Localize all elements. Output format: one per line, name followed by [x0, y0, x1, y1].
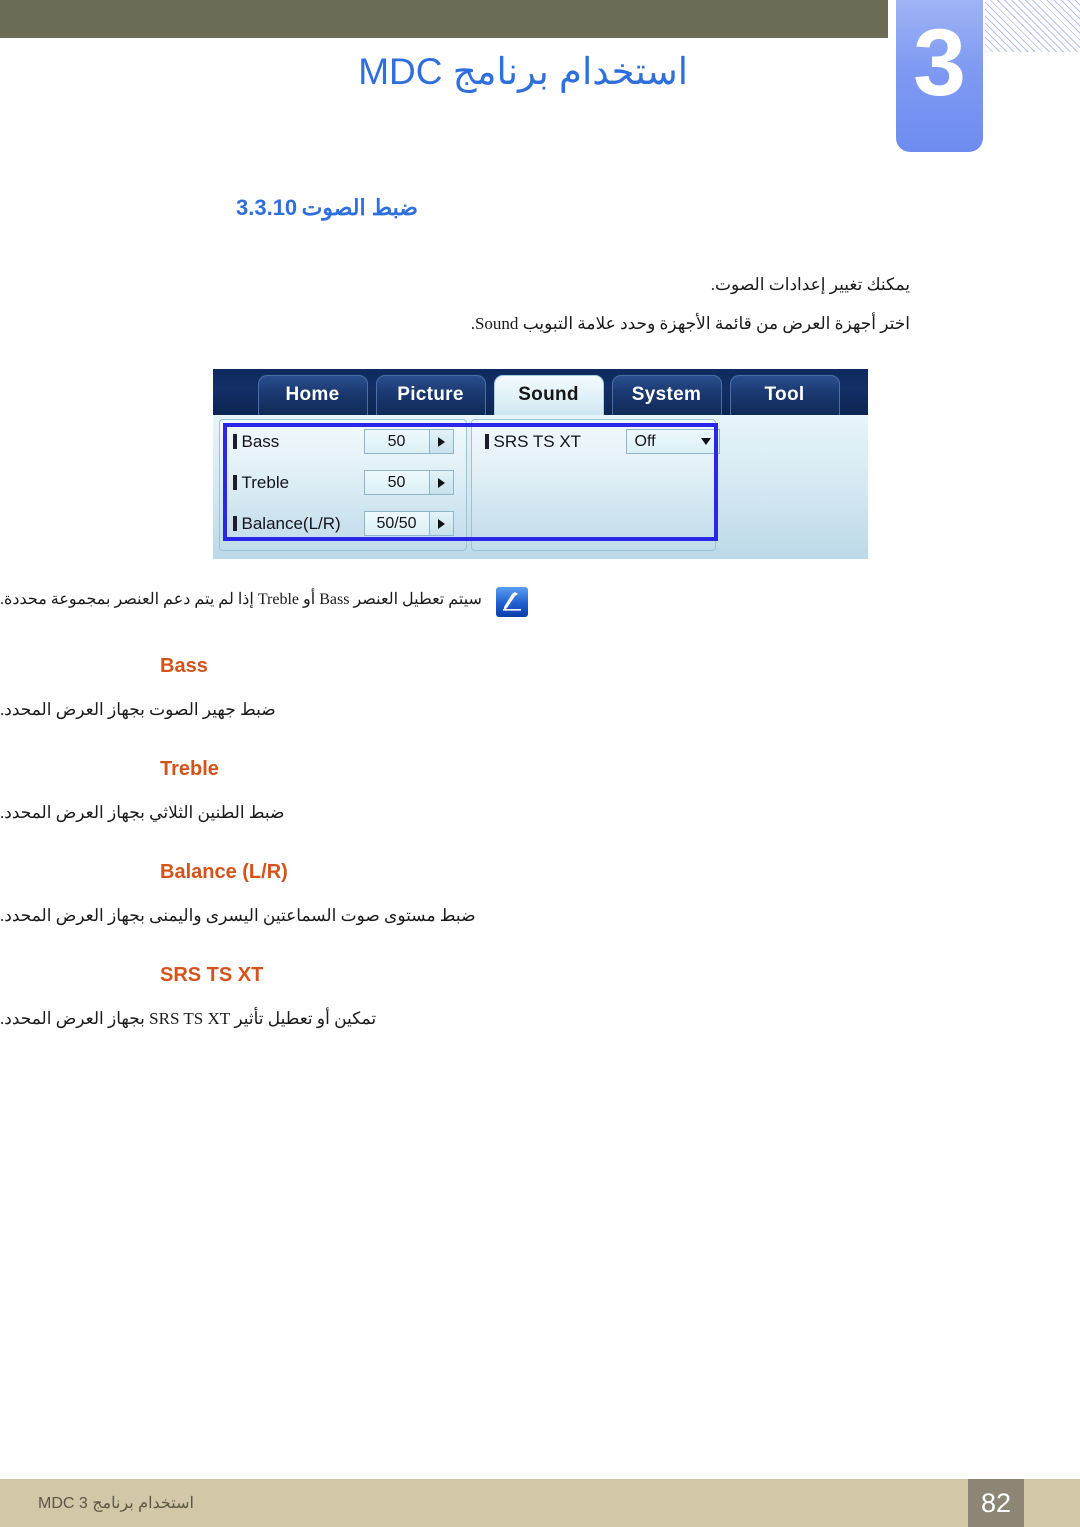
intro-paragraph-2: اختر أجهزة العرض من قائمة الأجهزة وحدد ع…	[470, 313, 910, 333]
mdc-screenshot-wrap: Home Picture Sound System Tool Bass 50 T…	[0, 368, 1080, 559]
term-desc-wrap-srs-ts-xt: تمكين أو تعطيل تأثير SRS TS XT بجهاز الع…	[0, 987, 1080, 1029]
page-content: 3.3.10 ضبط الصوت يمكنك تغيير إعدادات الص…	[0, 195, 1080, 1029]
page-footer: استخدام برنامج MDC 3 82	[0, 1479, 1080, 1527]
section-title: ضبط الصوت	[301, 195, 418, 220]
note-text: سيتم تعطيل العنصر Bass أو Treble إذا لم …	[0, 590, 482, 608]
term-desc-srs-ts-xt: تمكين أو تعطيل تأثير SRS TS XT بجهاز الع…	[0, 1008, 377, 1028]
header-diagonal-stripes-decoration	[985, 0, 1080, 52]
tab-sound[interactable]: Sound	[493, 374, 604, 415]
footer-breadcrumb: استخدام برنامج MDC 3	[38, 1495, 194, 1512]
pencil-glyph	[502, 591, 521, 611]
term-block-srs-ts-xt: SRS TS XT	[0, 964, 1080, 987]
footer-text-area: استخدام برنامج MDC 3	[0, 1479, 955, 1527]
term-desc-wrap-treble: ضبط الطنين الثلاثي بجهاز العرض المحدد.	[0, 781, 1080, 823]
page-header: 3 استخدام برنامج MDC	[0, 0, 1080, 160]
term-title-bass: Bass	[160, 654, 208, 677]
section-number: 3.3.10	[236, 195, 298, 220]
chapter-number: 3	[913, 10, 966, 116]
mdc-tab-list: Home Picture Sound System Tool	[257, 374, 840, 415]
term-desc-treble: ضبط الطنين الثلاثي بجهاز العرض المحدد.	[0, 802, 285, 822]
term-title-balance: Balance (L/R)	[160, 860, 288, 883]
term-block-treble: Treble	[0, 758, 1080, 781]
intro-paragraph-2-wrap: اختر أجهزة العرض من قائمة الأجهزة وحدد ع…	[0, 310, 1080, 339]
header-olive-bar	[0, 0, 888, 38]
tab-home[interactable]: Home	[257, 374, 368, 415]
intro-paragraph-1: يمكنك تغيير إعدادات الصوت.	[710, 275, 910, 294]
term-desc-wrap-balance: ضبط مستوى صوت السماعتين اليسرى واليمنى ب…	[0, 884, 1080, 926]
tab-system[interactable]: System	[611, 374, 722, 415]
term-desc-wrap-bass: ضبط جهير الصوت بجهاز العرض المحدد.	[0, 678, 1080, 720]
mdc-panel-body: Bass 50 Treble 50 Balance(L/R) 50/50 SRS…	[212, 414, 868, 559]
term-title-treble: Treble	[160, 757, 219, 780]
section-heading-row: 3.3.10 ضبط الصوت	[70, 195, 1010, 221]
term-block-bass: Bass	[0, 655, 1080, 678]
page-number-box: 82	[968, 1479, 1024, 1527]
term-desc-balance: ضبط مستوى صوت السماعتين اليسرى واليمنى ب…	[0, 905, 476, 925]
mdc-screenshot: Home Picture Sound System Tool Bass 50 T…	[212, 368, 868, 559]
note-pencil-icon	[495, 586, 528, 617]
intro-paragraph-1-wrap: يمكنك تغيير إعدادات الصوت.	[0, 249, 1080, 300]
term-title-srs-ts-xt: SRS TS XT	[160, 963, 264, 986]
chapter-title: استخدام برنامج MDC	[358, 51, 688, 92]
tab-tool[interactable]: Tool	[729, 374, 840, 415]
mdc-highlight-box	[222, 422, 718, 541]
term-desc-bass: ضبط جهير الصوت بجهاز العرض المحدد.	[0, 699, 276, 719]
term-block-balance: Balance (L/R)	[0, 861, 1080, 884]
note-row: سيتم تعطيل العنصر Bass أو Treble إذا لم …	[0, 586, 1080, 617]
tab-picture[interactable]: Picture	[375, 374, 486, 415]
